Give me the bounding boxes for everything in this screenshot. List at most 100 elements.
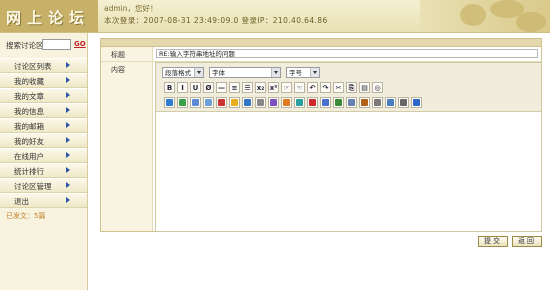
cut-icon[interactable]: ✂ (333, 82, 344, 93)
sidebar-item-label: 讨论区管理 (14, 182, 52, 191)
font-value: 字体 (212, 69, 225, 77)
reply-form: 标题 RE:输入字符串地址的问题 内容 段落格式 字体 字号 B I U Ø — ≡ ☰ x₂… (100, 38, 542, 232)
delete-icon[interactable] (307, 97, 318, 108)
color-icon[interactable] (294, 97, 305, 108)
paragraph-format-select[interactable]: 段落格式 (162, 67, 204, 78)
form-header-strip (101, 39, 541, 47)
list-icon[interactable]: ☰ (242, 82, 253, 93)
sort-icon[interactable] (333, 97, 344, 108)
select-all-icon[interactable]: ◎ (372, 82, 383, 93)
frame-icon[interactable] (255, 97, 266, 108)
search-go-button[interactable]: GO (74, 40, 86, 48)
sidebar-item-label: 统计排行 (14, 167, 44, 176)
hr-line-icon[interactable]: — (216, 82, 227, 93)
header-bar: 网上论坛 admin，您好！ 本次登录：2007-08-31 23:49:09.… (0, 0, 550, 33)
link-icon[interactable] (164, 97, 175, 108)
sidebar-item-label: 讨论区列表 (14, 62, 52, 71)
arrow-right-icon (66, 77, 70, 83)
font-select[interactable]: 字体 (209, 67, 281, 78)
form-actions: 提交 返回 (478, 236, 542, 247)
arrow-right-icon (66, 197, 70, 203)
sidebar-item-friends[interactable]: 我的好友 (0, 133, 87, 148)
paragraph-format-value: 段落格式 (165, 69, 191, 77)
arrow-right-icon (66, 137, 70, 143)
editor-content-area[interactable] (156, 112, 541, 231)
superscript-icon[interactable]: x² (268, 82, 279, 93)
sidebar-item-label: 退出 (14, 197, 29, 206)
arrow-right-icon (66, 182, 70, 188)
font-size-select[interactable]: 字号 (286, 67, 320, 78)
sidebar-item-my-info[interactable]: 我的信息 (0, 103, 87, 118)
paste-icon[interactable]: ▤ (359, 82, 370, 93)
sidebar-item-rankings[interactable]: 统计排行 (0, 163, 87, 178)
arrow-right-icon (66, 152, 70, 158)
table-icon[interactable] (190, 97, 201, 108)
sidebar-item-favorites[interactable]: 我的收藏 (0, 73, 87, 88)
flash-icon[interactable] (216, 97, 227, 108)
special-char-icon[interactable] (268, 97, 279, 108)
sidebar-item-logout[interactable]: 退出 (0, 193, 87, 208)
align-icon[interactable]: ≡ (229, 82, 240, 93)
code-icon[interactable] (359, 97, 370, 108)
arrow-right-icon (66, 62, 70, 68)
chevron-down-icon (271, 68, 280, 77)
sidebar: 搜索讨论区 GO 讨论区列表 我的收藏 我的文章 我的信息 我的邮箱 我的好友 … (0, 33, 88, 290)
sidebar-item-forum-list[interactable]: 讨论区列表 (0, 58, 87, 73)
toolbar-row-insert (164, 97, 422, 108)
chevron-down-icon (310, 68, 319, 77)
logo-text: 网上论坛 (6, 9, 91, 27)
content-label: 内容 (101, 62, 153, 231)
copy-icon[interactable]: ⎘ (346, 82, 357, 93)
smiley-icon[interactable] (229, 97, 240, 108)
italic-icon[interactable]: I (177, 82, 188, 93)
back-button[interactable]: 返回 (512, 236, 542, 247)
title-row: 标题 RE:输入字符串地址的问题 (101, 47, 541, 62)
welcome-text: admin，您好！ (104, 4, 158, 13)
submit-button[interactable]: 提交 (478, 236, 508, 247)
title-input[interactable]: RE:输入字符串地址的问题 (156, 49, 538, 58)
sidebar-item-label: 我的邮箱 (14, 122, 44, 131)
indent-icon[interactable]: ☞ (281, 82, 292, 93)
search-label: 搜索讨论区 (6, 41, 44, 50)
redo-icon[interactable]: ↷ (320, 82, 331, 93)
print-icon[interactable] (398, 97, 409, 108)
undo-icon[interactable]: ↶ (307, 82, 318, 93)
sidebar-nav: 讨论区列表 我的收藏 我的文章 我的信息 我的邮箱 我的好友 在线用户 统计排行… (0, 58, 87, 208)
title-label: 标题 (101, 47, 153, 61)
preview-icon[interactable] (385, 97, 396, 108)
edit-icon[interactable] (320, 97, 331, 108)
sidebar-item-online-users[interactable]: 在线用户 (0, 148, 87, 163)
sidebar-item-label: 在线用户 (14, 152, 44, 161)
search-input[interactable] (42, 39, 71, 50)
help-icon[interactable] (411, 97, 422, 108)
clear-format-icon[interactable]: Ø (203, 82, 214, 93)
bold-icon[interactable]: B (164, 82, 175, 93)
sidebar-item-mailbox[interactable]: 我的邮箱 (0, 118, 87, 133)
sidebar-item-label: 我的好友 (14, 137, 44, 146)
sidebar-item-forum-admin[interactable]: 讨论区管理 (0, 178, 87, 193)
quote-icon[interactable] (372, 97, 383, 108)
outdent-icon[interactable]: ☜ (294, 82, 305, 93)
chevron-down-icon (194, 68, 203, 77)
sidebar-item-label: 我的收藏 (14, 77, 44, 86)
underline-icon[interactable]: U (190, 82, 201, 93)
sidebar-item-my-posts[interactable]: 我的文章 (0, 88, 87, 103)
site-logo: 网上论坛 (0, 0, 98, 32)
arrow-right-icon (66, 122, 70, 128)
media-icon[interactable] (242, 97, 253, 108)
rich-text-editor: 段落格式 字体 字号 B I U Ø — ≡ ☰ x₂ x² ☞ ☜ ↶ ↷ ✂ ⎘ ▤ ◎ (155, 62, 542, 232)
trash-icon[interactable] (346, 97, 357, 108)
marquee-icon[interactable] (281, 97, 292, 108)
font-size-value: 字号 (289, 69, 302, 77)
posted-count: 已发文：5篇 (6, 212, 46, 220)
image-icon[interactable] (177, 97, 188, 108)
header-decoration (420, 0, 550, 32)
forum-search: 搜索讨论区 GO (6, 39, 88, 51)
arrow-right-icon (66, 107, 70, 113)
arrow-right-icon (66, 167, 70, 173)
subscript-icon[interactable]: x₂ (255, 82, 266, 93)
hr-icon[interactable] (203, 97, 214, 108)
sidebar-item-label: 我的文章 (14, 92, 44, 101)
arrow-right-icon (66, 92, 70, 98)
login-info: 本次登录：2007-08-31 23:49:09.0 登录IP：210.40.6… (104, 16, 328, 25)
